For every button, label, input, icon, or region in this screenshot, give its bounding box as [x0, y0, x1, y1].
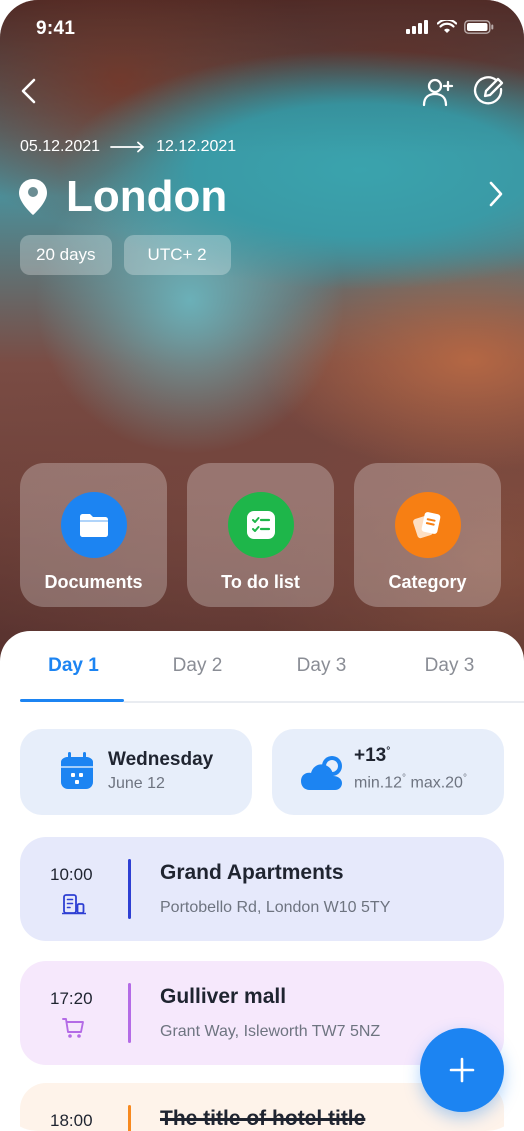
tab-day-3[interactable]: Day 3: [256, 651, 387, 681]
checklist-icon: [246, 511, 275, 539]
temperature: +13°: [354, 745, 391, 766]
timezone-chip: UTC+ 2: [123, 235, 231, 275]
back-arrow-icon[interactable]: [18, 76, 40, 106]
edit-icon[interactable]: [472, 76, 504, 108]
battery-icon: [464, 20, 494, 34]
documents-icon-circle: [60, 492, 127, 558]
todo-list-card[interactable]: To do list: [187, 463, 334, 607]
tab-day-3-second[interactable]: Day 3: [384, 651, 515, 681]
event-accent-bar: [128, 983, 131, 1043]
date-text: June 12: [108, 775, 165, 792]
weather-cloud-icon: [301, 756, 342, 790]
event-time: 10:00: [50, 865, 93, 884]
plus-icon: [449, 1057, 475, 1083]
event-card-grand-apartments[interactable]: 10:00 Grand Apartments Portobello Rd, Lo…: [20, 837, 504, 941]
event-accent-bar: [128, 1105, 131, 1131]
todo-list-label: To do list: [221, 572, 300, 592]
documents-label: Documents: [44, 572, 143, 592]
city-header[interactable]: London: [18, 170, 504, 224]
start-date: 05.12.2021: [20, 138, 101, 155]
add-user-icon[interactable]: [422, 76, 454, 108]
tabs-divider: [124, 701, 524, 703]
duration-chip: 20 days: [20, 235, 112, 275]
event-title: Grand Apartments: [160, 861, 344, 884]
status-bar: 9:41: [36, 18, 494, 42]
event-accent-bar: [128, 859, 131, 919]
event-time: 18:00: [50, 1111, 93, 1130]
day-info-row: Wednesday June 12 +13° min.12° max.20°: [20, 729, 504, 815]
city-name: London: [66, 172, 228, 221]
event-time: 17:20: [50, 989, 93, 1008]
day-tabs: Day 1 Day 2 Day 3 Day 3: [0, 651, 524, 703]
event-address: Portobello Rd, London W10 5TY: [160, 899, 391, 916]
event-address: Grant Way, Isleworth TW7 5NZ: [160, 1023, 381, 1040]
quick-actions: Documents To do list Category: [20, 463, 504, 607]
category-icon-circle: [394, 492, 461, 558]
wifi-icon: [437, 20, 457, 33]
event-title: Gulliver mall: [160, 985, 287, 1008]
temperature-range: min.12° max.20°: [354, 773, 467, 792]
category-card[interactable]: Category: [354, 463, 501, 607]
building-icon: [62, 894, 86, 915]
event-title: The title of hotel title: [160, 1107, 366, 1130]
date-card: Wednesday June 12: [20, 729, 252, 815]
status-icons: [406, 20, 494, 34]
add-event-button[interactable]: [420, 1028, 504, 1112]
weather-card: +13° min.12° max.20°: [272, 729, 504, 815]
documents-card[interactable]: Documents: [20, 463, 167, 607]
signal-icon: [406, 20, 428, 34]
calendar-icon: [61, 752, 93, 789]
status-time: 9:41: [36, 18, 76, 39]
end-date: 12.12.2021: [156, 138, 237, 155]
arrow-right-icon: [110, 141, 144, 153]
weekday: Wednesday: [108, 749, 214, 770]
tab-day-1[interactable]: Day 1: [8, 651, 139, 681]
todo-icon-circle: [227, 492, 294, 558]
top-navigation: [18, 74, 504, 110]
category-icon: [412, 512, 440, 539]
tab-day-2[interactable]: Day 2: [132, 651, 263, 681]
trip-chips: 20 days UTC+ 2: [20, 235, 231, 275]
trip-dates: 05.12.2021 12.12.2021: [20, 138, 236, 156]
cart-icon: [62, 1018, 84, 1038]
app-screen: 9:41 05.12.2021 12.12.2021 London 20 day…: [0, 0, 524, 1131]
category-label: Category: [388, 572, 467, 592]
location-pin-icon: [19, 179, 47, 215]
folder-icon: [79, 514, 108, 537]
chevron-right-icon[interactable]: [488, 180, 504, 208]
active-tab-indicator: [20, 699, 124, 702]
